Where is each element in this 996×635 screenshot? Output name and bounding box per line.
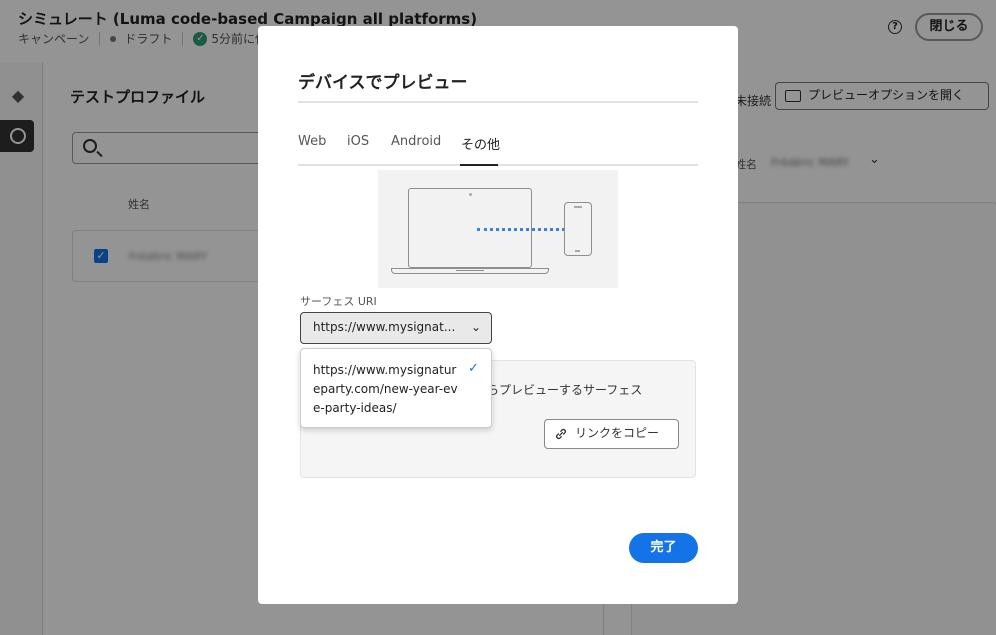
tab-list: Web iOS Android その他	[298, 130, 698, 166]
dropdown-option[interactable]: https://www.mysignatureparty.com/new-yea…	[313, 361, 463, 418]
surface-uri-label: サーフェス URI	[300, 295, 377, 308]
divider	[298, 101, 698, 103]
surface-uri-select[interactable]: https://www.mysignat... ⌄	[300, 312, 492, 344]
preview-on-device-dialog: デバイスでプレビュー Web iOS Android その他 サーフェス URI…	[258, 26, 738, 604]
tab-android[interactable]: Android	[391, 134, 441, 149]
connection-dots	[477, 228, 577, 231]
laptop-notch	[456, 268, 484, 271]
phone-speaker	[574, 206, 582, 208]
tab-ios[interactable]: iOS	[347, 134, 369, 149]
dialog-title: デバイスでプレビュー	[298, 73, 468, 93]
link-icon	[556, 428, 566, 440]
laptop-camera	[469, 193, 472, 196]
laptop-base	[391, 268, 549, 274]
copy-link-label: リンクをコピー	[575, 426, 660, 440]
copy-link-button[interactable]: リンクをコピー	[544, 419, 679, 449]
surface-uri-value: https://www.mysignat...	[313, 320, 456, 334]
checkmark-icon: ✓	[468, 361, 479, 376]
done-button[interactable]: 完了	[629, 533, 698, 563]
phone-button	[575, 250, 580, 252]
device-illustration	[378, 170, 618, 288]
surface-uri-dropdown: https://www.mysignatureparty.com/new-yea…	[300, 348, 492, 428]
active-tab-indicator	[460, 164, 498, 166]
tab-other[interactable]: その他	[461, 134, 500, 153]
phone-icon	[564, 202, 592, 256]
tab-web[interactable]: Web	[298, 134, 326, 149]
surface-info-text: らプレビューするサーフェス	[487, 383, 643, 397]
chevron-down-icon: ⌄	[470, 320, 481, 334]
